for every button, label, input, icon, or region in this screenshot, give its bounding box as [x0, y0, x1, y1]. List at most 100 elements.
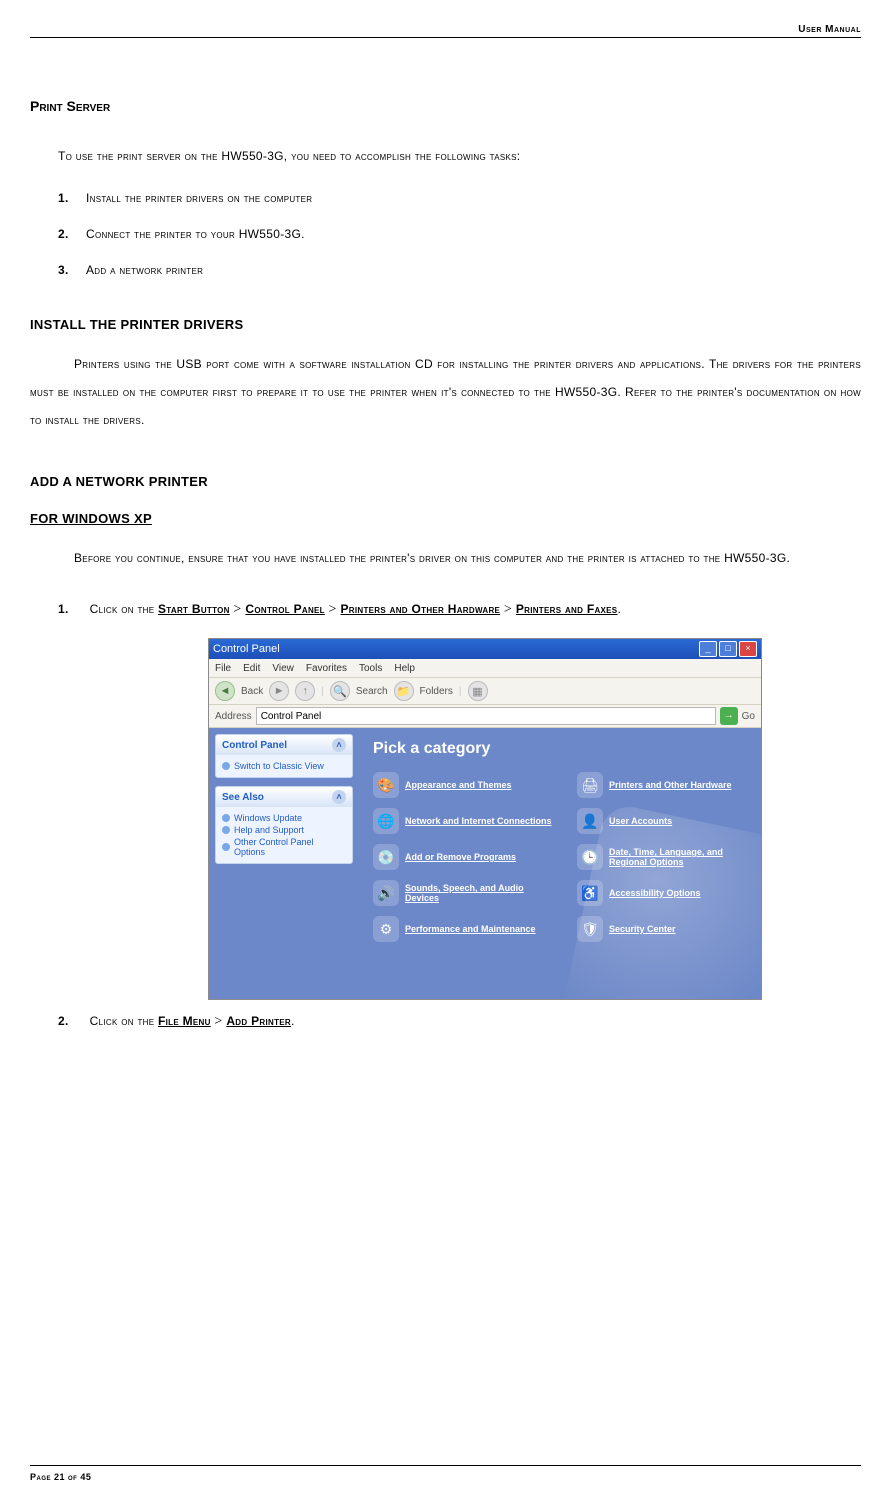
step-list: 1. Click on the Start Button > Control P… [58, 602, 861, 618]
category-performance[interactable]: ⚙ Performance and Maintenance [373, 916, 553, 942]
back-icon[interactable]: ◄ [215, 681, 235, 701]
search-label[interactable]: Search [356, 686, 388, 697]
gear-icon: ⚙ [373, 916, 399, 942]
forward-icon[interactable]: ► [269, 681, 289, 701]
list-item: 2.Connect the printer to your HW550-3G. [58, 227, 861, 241]
list-number: 1. [58, 602, 86, 616]
page-number: Page 21 of 45 [30, 1472, 91, 1482]
sidebar-heading: See Also ˄ [216, 787, 352, 807]
chevron-icon[interactable]: ˄ [332, 738, 346, 752]
menu-bar: File Edit View Favorites Tools Help [209, 659, 761, 678]
folders-icon[interactable]: 📁 [394, 681, 414, 701]
category-network[interactable]: 🌐Network and Internet Connections [373, 808, 553, 834]
printer-icon: 🖨 [577, 772, 603, 798]
chevron-icon[interactable]: ˄ [332, 790, 346, 804]
network-icon: 🌐 [373, 808, 399, 834]
category-sounds[interactable]: 🔊Sounds, Speech, and Audio Devices [373, 880, 553, 906]
intro-text: To use the print server on the HW550-3G,… [58, 149, 861, 163]
sidebar-item-label: Help and Support [234, 825, 304, 835]
pick-category-title: Pick a category [373, 740, 761, 758]
clock-icon: 🕒 [577, 844, 603, 870]
list-item: 2. Click on the File Menu > Add Printer. [58, 1014, 861, 1030]
sidebar-item-label: Other Control Panel Options [234, 837, 346, 857]
page-title: Print Server [30, 98, 861, 114]
list-number: 3. [58, 263, 86, 277]
appearance-icon: 🎨 [373, 772, 399, 798]
category-label: Add or Remove Programs [405, 852, 516, 862]
sidebar-title: See Also [222, 792, 264, 803]
back-label[interactable]: Back [241, 686, 263, 697]
bullet-icon [222, 843, 230, 851]
sidebar-item-label: Windows Update [234, 813, 302, 823]
menu-file[interactable]: File [215, 663, 231, 674]
list-number: 2. [58, 227, 86, 241]
separator: > [504, 602, 516, 617]
sidebar: Control Panel ˄ Switch to Classic View S… [209, 728, 359, 1000]
step-pre: Click on the [90, 602, 158, 616]
sidebar-item-help-support[interactable]: Help and Support [222, 825, 346, 835]
menu-help[interactable]: Help [394, 663, 415, 674]
list-text: Connect the printer to your HW550-3G. [86, 227, 305, 241]
folders-label[interactable]: Folders [420, 686, 453, 697]
category-printers[interactable]: 🖨 Printers and Other Hardware [577, 772, 757, 798]
bullet-icon [222, 826, 230, 834]
section-heading-install: INSTALL THE PRINTER DRIVERS [30, 317, 861, 332]
add-paragraph: Before you continue, ensure that you hav… [30, 544, 861, 572]
section-heading-add: ADD A NETWORK PRINTER [30, 474, 861, 489]
category-label: Accessibility Options [609, 888, 701, 898]
menu-favorites[interactable]: Favorites [306, 663, 347, 674]
category-datetime[interactable]: 🕒 Date, Time, Language, and Regional Opti… [577, 844, 757, 870]
path-part: Start Button [158, 602, 230, 616]
section-subheading-xp: FOR WINDOWS XP [30, 511, 861, 526]
window-title: Control Panel [213, 643, 280, 655]
sidebar-title: Control Panel [222, 740, 287, 751]
go-button[interactable]: → [720, 707, 738, 725]
separator: > [214, 1014, 226, 1029]
category-label: User Accounts [609, 816, 672, 826]
category-appearance[interactable]: 🎨 Appearance and Themes [373, 772, 553, 798]
go-label[interactable]: Go [742, 711, 755, 722]
sidebar-item-switch-view[interactable]: Switch to Classic View [222, 761, 346, 771]
sidebar-item-other-options[interactable]: Other Control Panel Options [222, 837, 346, 857]
category-accessibility[interactable]: ♿ Accessibility Options [577, 880, 757, 906]
category-label: Printers and Other Hardware [609, 780, 732, 790]
separator: > [329, 602, 341, 617]
step-list-2: 2. Click on the File Menu > Add Printer. [58, 1014, 861, 1030]
list-number: 1. [58, 191, 86, 205]
category-programs[interactable]: 💿Add or Remove Programs [373, 844, 553, 870]
views-icon[interactable]: ▦ [468, 681, 488, 701]
user-icon: 👤 [577, 808, 603, 834]
up-icon[interactable]: ↑ [295, 681, 315, 701]
menu-tools[interactable]: Tools [359, 663, 382, 674]
install-paragraph: Printers using the USB port come with a … [30, 350, 861, 434]
path-part: Add Printer [226, 1014, 291, 1028]
address-input[interactable] [256, 707, 716, 725]
close-button[interactable]: × [739, 641, 757, 657]
menu-view[interactable]: View [272, 663, 294, 674]
category-label: Date, Time, Language, and Regional Optio… [609, 847, 757, 867]
path-part: Printers and Faxes [516, 602, 618, 616]
category-label: Performance and Maintenance [405, 924, 536, 934]
sidebar-box-control-panel: Control Panel ˄ Switch to Classic View [215, 734, 353, 778]
accessibility-icon: ♿ [577, 880, 603, 906]
maximize-button[interactable]: □ [719, 641, 737, 657]
minimize-button[interactable]: _ [699, 641, 717, 657]
sidebar-item-windows-update[interactable]: Windows Update [222, 813, 346, 823]
cp-body: Control Panel ˄ Switch to Classic View S… [209, 728, 761, 1000]
category-users[interactable]: 👤 User Accounts [577, 808, 757, 834]
step-post: . [617, 602, 621, 616]
header-rule: User Manual [30, 24, 861, 38]
list-item: 1. Click on the Start Button > Control P… [58, 602, 861, 618]
list-number: 2. [58, 1014, 86, 1028]
sidebar-item-label: Switch to Classic View [234, 761, 324, 771]
list-text: Add a network printer [86, 263, 203, 277]
menu-edit[interactable]: Edit [243, 663, 260, 674]
category-security[interactable]: 🛡Security Center [577, 916, 757, 942]
main-pane: Pick a category 🎨 Appearance and Themes 🖨… [359, 728, 761, 1000]
address-label: Address [215, 711, 252, 722]
category-label: Appearance and Themes [405, 780, 512, 790]
category-grid: 🎨 Appearance and Themes 🖨 Printers and Oth… [373, 772, 761, 942]
search-icon[interactable]: 🔍 [330, 681, 350, 701]
step-pre: Click on the [90, 1014, 158, 1028]
path-part: File Menu [158, 1014, 211, 1028]
